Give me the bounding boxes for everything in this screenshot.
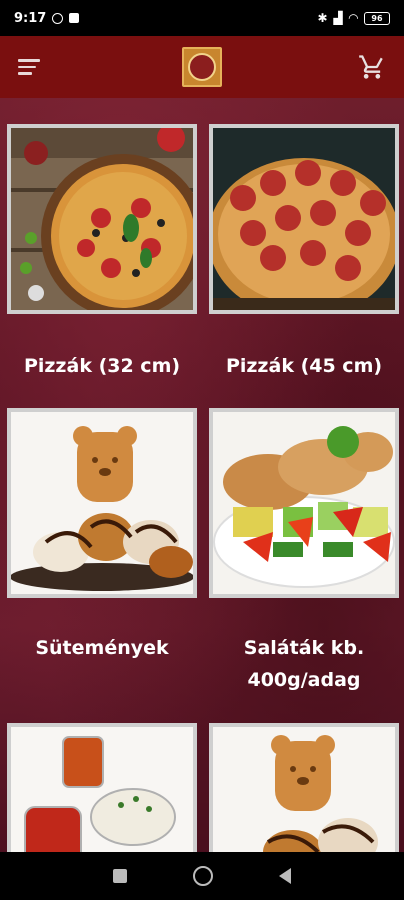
battery-icon: 96 [364, 11, 390, 25]
category-tile-pizza-32[interactable]: Pizzák (32 cm) [7, 124, 197, 382]
restaurant-logo[interactable] [182, 47, 222, 87]
status-time: 9:17 [14, 10, 47, 26]
notification-icon [69, 13, 80, 23]
bluetooth-icon: ✱ [317, 11, 328, 25]
pastries-image[interactable] [7, 408, 197, 598]
category-label[interactable]: Pizzák (45 cm) [209, 350, 399, 382]
signal-icon: ▟ [333, 11, 343, 25]
wifi-icon: ◠ [348, 11, 358, 25]
category-label[interactable]: Sütemények [7, 632, 197, 664]
sauces-image[interactable] [7, 723, 197, 852]
home-icon[interactable] [193, 866, 213, 886]
salad-image[interactable] [209, 408, 399, 598]
category-label[interactable]: Saláták kb. 400g/adag [209, 632, 399, 696]
shopping-cart-icon[interactable] [358, 53, 386, 81]
pizza-45cm-image[interactable] [209, 124, 399, 314]
recents-icon[interactable] [113, 869, 127, 883]
category-tile-sauces[interactable] [7, 723, 197, 852]
category-tile-pastries[interactable]: Sütemények [7, 408, 197, 664]
hamburger-menu-icon[interactable] [18, 53, 46, 81]
category-tile-pizza-45[interactable]: Pizzák (45 cm) [209, 124, 399, 382]
status-bar: 9:17 ✱ ▟ ◠ 96 [0, 0, 404, 36]
system-nav-bar [0, 852, 404, 900]
category-grid: Pizzák (32 cm) Pizzák (45 cm) Sütemények… [0, 98, 404, 852]
app-bar [0, 36, 404, 98]
alarm-icon [52, 12, 64, 24]
back-icon[interactable] [279, 868, 291, 884]
category-label[interactable]: Pizzák (32 cm) [7, 350, 197, 382]
pizza-32cm-image[interactable] [7, 124, 197, 314]
pastries-image-2[interactable] [209, 723, 399, 852]
category-tile-pastries-2[interactable] [209, 723, 399, 852]
category-tile-salad[interactable]: Saláták kb. 400g/adag [209, 408, 399, 696]
